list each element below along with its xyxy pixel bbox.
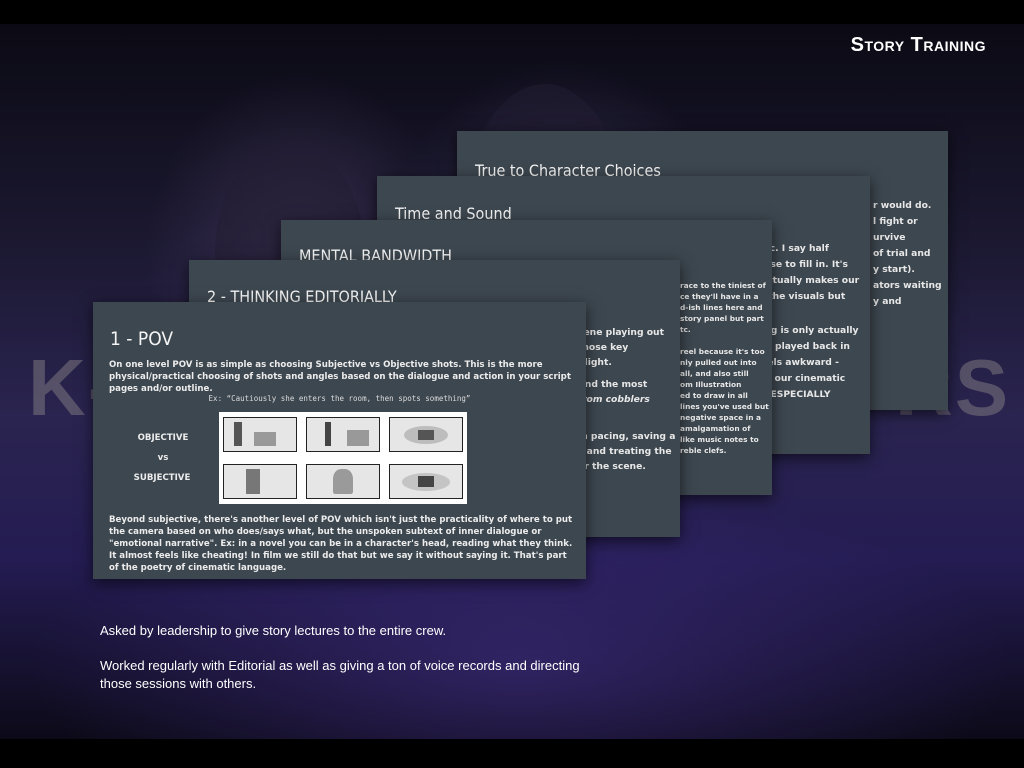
slide-text-line: f the visuals but — [761, 291, 846, 302]
slide-text-line: cene playing out — [578, 327, 664, 338]
slide-text-line: or the scene. — [578, 461, 646, 472]
slide-text-line: reel because it's too — [680, 347, 765, 356]
storyboard-panel — [306, 464, 380, 499]
slide-text-line: story panel but part — [680, 314, 764, 323]
panel-sketch — [418, 476, 434, 487]
slide-example-text: Ex: “Cautiously she enters the room, the… — [208, 394, 471, 403]
slide-text-line: actually makes our — [761, 275, 860, 286]
slide-text-line: all, and also still — [680, 369, 749, 378]
slide-text-line: ators waiting — [873, 280, 942, 291]
slide-text-line: from cobblers — [578, 393, 650, 407]
slide-text-line: lines you've used but — [680, 402, 769, 411]
panel-sketch — [333, 469, 353, 494]
slide-text-line: d-ish lines here and — [680, 303, 763, 312]
slide-text-line: of our cinematic — [761, 373, 846, 384]
slide-title: 1 - POV — [110, 328, 174, 350]
slide-text-line: or played back in — [761, 341, 850, 352]
slide-text-line: om Illustration — [680, 380, 742, 389]
slide-text-line: ce they'll have in a — [680, 292, 759, 301]
slide-text-line: y and — [873, 296, 902, 307]
slide-text-line: eels awkward - — [761, 357, 839, 368]
slide-text-line: ing is only actually — [761, 325, 859, 336]
slide-text-line: urvive — [873, 232, 906, 243]
storyboard-panel — [389, 464, 463, 499]
slide-text-line: tc. — [680, 325, 691, 334]
storyboard-panel — [306, 417, 380, 452]
page-title: Story Training — [850, 34, 986, 56]
storyboard-panel — [223, 464, 297, 499]
subjective-label: SUBJECTIVE — [133, 473, 191, 483]
storyboard-panel — [223, 417, 297, 452]
slide-text-line: else to fill in. It's — [761, 259, 848, 270]
caption-line-2: Worked regularly with Editorial as well … — [100, 658, 580, 691]
panel-sketch — [234, 422, 242, 446]
slide-text-line: amalgamation of — [680, 424, 751, 433]
slide-text-line: r would do. — [873, 200, 932, 211]
panel-sketch — [325, 422, 331, 446]
panel-sketch — [254, 432, 276, 446]
slide-text-line: y start). — [873, 264, 915, 275]
slide-text-italic: from cobblers — [578, 394, 650, 405]
slide-text-line: find the most — [578, 379, 648, 390]
caption-line-1: Asked by leadership to give story lectur… — [100, 623, 447, 638]
vs-label: vs — [157, 453, 169, 463]
slide-text-line: of trial and — [873, 248, 931, 259]
slide-text-line: negative space in a — [680, 413, 762, 422]
slide-intro-text: On one level POV is as simple as choosin… — [109, 360, 571, 394]
slide-text-line: s and treating the — [578, 446, 672, 457]
slide-text-line: ed to draw in all — [680, 391, 748, 400]
objective-label: OBJECTIVE — [137, 433, 189, 443]
slide-text-line: like music notes to — [680, 435, 759, 444]
slide-pov[interactable]: 1 - POV On one level POV is as simple as… — [93, 302, 586, 579]
storyboard-panels — [219, 412, 467, 504]
slide-text-line: race to the tiniest of — [680, 281, 766, 290]
slide-text-line: nly pulled out into — [680, 358, 757, 367]
storyboard-panel — [389, 417, 463, 452]
slide-text-line: l fight or — [873, 216, 918, 227]
panel-sketch — [418, 430, 434, 440]
panel-sketch — [347, 430, 369, 446]
panel-sketch — [246, 469, 260, 494]
slide-text-line: in pacing, saving a — [578, 431, 676, 442]
slide-body-text: Beyond subjective, there's another level… — [109, 515, 573, 573]
slide-text-line: reble clefs. — [680, 446, 727, 455]
